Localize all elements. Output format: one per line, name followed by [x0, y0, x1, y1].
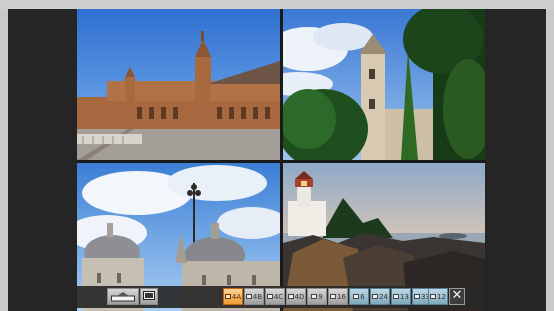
top-strip	[0, 0, 554, 9]
close-icon: ✕	[451, 288, 463, 303]
layout-button-2[interactable]: 4C	[265, 288, 285, 305]
layout-button-4[interactable]: 9	[307, 288, 327, 305]
monitor-icon	[143, 291, 155, 300]
layout-grid-icon	[393, 294, 400, 299]
layout-grid-icon	[430, 294, 437, 299]
photo-tile-church[interactable]	[283, 9, 485, 160]
layout-grid-icon	[414, 294, 421, 299]
layout-button-8[interactable]: 13	[391, 288, 411, 305]
monitor-button[interactable]	[140, 288, 158, 305]
layout-grid-icon	[353, 294, 360, 299]
layout-grid-icon	[266, 294, 273, 299]
church-tower-photo	[283, 9, 485, 160]
layout-grid-icon	[311, 294, 318, 299]
layout-button-0[interactable]: 4A	[223, 288, 243, 305]
close-button[interactable]: ✕	[449, 288, 465, 305]
layout-button-1[interactable]: 4B	[244, 288, 264, 305]
layout-grid-icon	[372, 294, 379, 299]
layout-button-6[interactable]: 6	[349, 288, 369, 305]
layout-button-3[interactable]: 4D	[286, 288, 306, 305]
layout-grid-icon	[245, 294, 252, 299]
layout-grid-icon	[330, 294, 337, 299]
layout-button-7[interactable]: 24	[370, 288, 390, 305]
layout-toolbar: 4A 4B 4C 4D 9 16 6 24 13 33 12 ✕	[77, 286, 485, 308]
layout-button-5[interactable]: 16	[328, 288, 348, 305]
plaza-palace-photo	[77, 9, 280, 160]
layout-grid-icon	[224, 294, 231, 299]
layout-button-10[interactable]: 12	[428, 288, 448, 305]
slide-layout-button[interactable]	[107, 288, 139, 305]
slide-layout-icon	[111, 292, 135, 302]
photo-tile-plaza[interactable]	[77, 9, 280, 160]
layout-grid-icon	[287, 294, 294, 299]
